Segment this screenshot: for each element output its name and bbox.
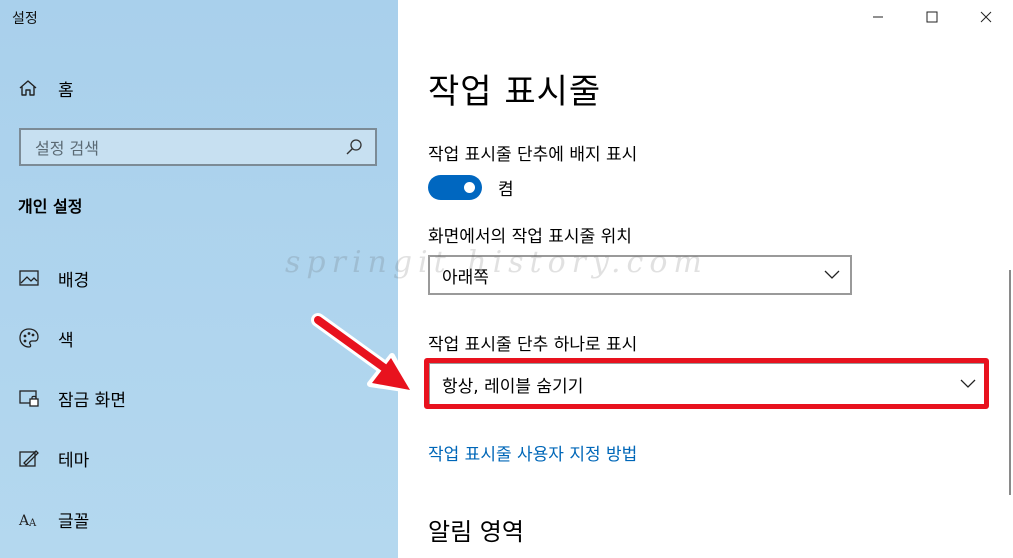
maximize-icon [926, 11, 938, 23]
sidebar-item-background[interactable]: 배경 [18, 265, 89, 291]
minimize-icon [873, 16, 883, 18]
minimize-button[interactable] [851, 0, 905, 34]
close-icon [980, 11, 992, 23]
page-title: 작업 표시줄 [428, 72, 602, 112]
sidebar-item-home[interactable]: 홈 [18, 76, 74, 101]
home-icon [19, 80, 37, 96]
theme-icon [19, 450, 39, 467]
sidebar-item-label: 잠금 화면 [58, 390, 126, 411]
search-icon[interactable] [345, 138, 363, 156]
combine-setting-label: 작업 표시줄 단추 하나로 표시 [428, 335, 638, 355]
close-button[interactable] [959, 0, 1013, 34]
chevron-down-icon [824, 270, 840, 279]
chevron-down-icon [960, 379, 976, 388]
palette-icon [19, 328, 39, 348]
sidebar-item-fonts[interactable]: A A 글꼴 [18, 506, 89, 532]
search-input[interactable]: 설정 검색 [19, 128, 377, 166]
red-arrow-icon [311, 313, 413, 393]
svg-text:A: A [28, 518, 37, 529]
badge-toggle-row: 켬 [428, 175, 514, 200]
sidebar-item-theme[interactable]: 테마 [18, 445, 89, 471]
section-title: 개인 설정 [18, 197, 83, 216]
position-setting-label: 화면에서의 작업 표시줄 위치 [428, 227, 632, 247]
lock-screen-icon [19, 390, 39, 407]
sidebar-item-color[interactable]: 색 [18, 325, 74, 351]
toggle-state-text: 켬 [498, 180, 514, 200]
customize-taskbar-link[interactable]: 작업 표시줄 사용자 지정 방법 [428, 440, 637, 465]
sidebar-item-lock-screen[interactable]: 잠금 화면 [18, 385, 126, 411]
sidebar-item-label: 배경 [58, 270, 90, 291]
search-placeholder: 설정 검색 [35, 139, 99, 158]
badge-setting-label: 작업 표시줄 단추에 배지 표시 [428, 145, 638, 165]
picture-icon [19, 270, 39, 286]
scrollbar[interactable] [1009, 270, 1011, 495]
sidebar-item-label: 테마 [58, 450, 90, 471]
maximize-button[interactable] [905, 0, 959, 34]
sidebar-item-label: 글꼴 [58, 511, 90, 532]
app-title: 설정 [12, 11, 38, 27]
combine-dropdown-value: 항상, 레이블 숨기기 [442, 376, 584, 397]
sidebar-item-label: 색 [58, 330, 74, 351]
notification-area-heading: 알림 영역 [428, 518, 524, 546]
font-icon: A A [18, 513, 37, 529]
watermark: springit history.com [285, 245, 708, 280]
badge-toggle-switch[interactable] [428, 175, 482, 200]
combine-buttons-dropdown[interactable]: 항상, 레이블 숨기기 [428, 362, 988, 406]
window-controls [851, 0, 1013, 34]
sidebar-item-label: 홈 [58, 80, 74, 101]
